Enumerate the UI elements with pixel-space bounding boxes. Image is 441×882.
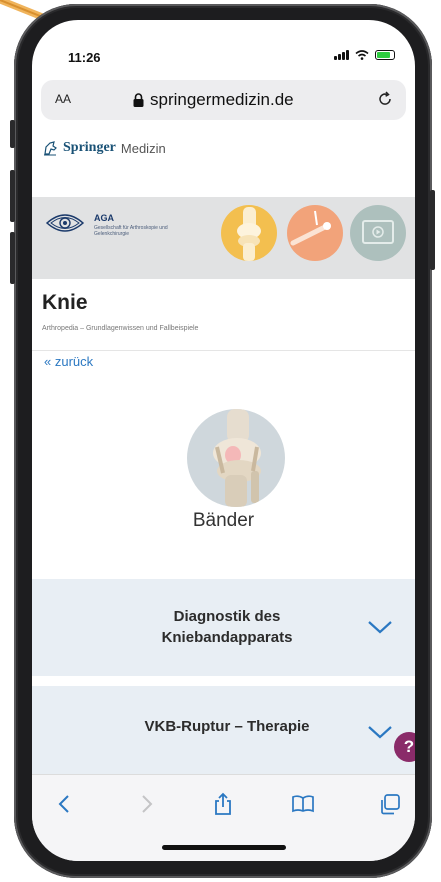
chevron-down-icon[interactable] [367, 724, 393, 740]
phone-volume-up [10, 170, 15, 222]
battery-icon [375, 50, 395, 60]
back-link[interactable]: « zurück [44, 354, 93, 369]
video-screen-icon [350, 205, 406, 261]
status-time: 11:26 [68, 50, 101, 65]
tabs-icon [381, 794, 400, 815]
tabs-button[interactable] [377, 791, 403, 817]
chevron-left-icon [58, 795, 69, 813]
signal-icon [334, 50, 349, 60]
bookmarks-button[interactable] [290, 791, 316, 817]
wifi-icon [355, 50, 369, 60]
aga-eye-logo-icon [46, 214, 84, 232]
forward-button[interactable] [134, 791, 160, 817]
chevron-right-icon [142, 795, 153, 813]
aga-title: AGA [94, 213, 114, 223]
stage: 11:26 AA springermedizin.de Springer Med… [0, 0, 441, 882]
arthroscopy-icon [287, 205, 343, 261]
status-icons [334, 50, 395, 60]
home-indicator[interactable] [162, 845, 286, 850]
aga-banner: AGA Gesellschaft für Arthroskopie und Ge… [32, 197, 415, 279]
accordion-vkb-ruptur[interactable]: VKB-Ruptur – Therapie [32, 686, 415, 774]
accordion-label: Diagnostik des Kniebandapparats [161, 608, 293, 646]
accordion-label: VKB-Ruptur – Therapie [144, 718, 310, 735]
book-icon [292, 795, 314, 813]
aga-subtitle: Gesellschaft für Arthroskopie und Gelenk… [94, 225, 168, 237]
accordion-diagnostik[interactable]: Diagnostik des Kniebandapparats [32, 579, 415, 676]
address-bar[interactable]: AA springermedizin.de [41, 80, 406, 120]
lock-icon [133, 93, 144, 107]
phone-power-button [430, 190, 435, 270]
springer-brand: Springer [63, 140, 116, 155]
phone-screen: 11:26 AA springermedizin.de Springer Med… [32, 20, 415, 861]
knee-joint-icon [221, 205, 277, 261]
topic-label: Bänder [192, 510, 255, 531]
phone-volume-down [10, 232, 15, 284]
share-icon [215, 792, 231, 815]
springer-sub: Medizin [120, 140, 166, 156]
chevron-down-icon[interactable] [367, 619, 393, 635]
knee-ligaments-image [187, 409, 285, 507]
page-subtitle: Arthropedia – Grundlagenwissen und Fallb… [42, 325, 199, 332]
back-button[interactable] [51, 791, 77, 817]
site-header: Springer Medizin [32, 130, 415, 200]
springer-logo[interactable]: Springer Medizin [42, 140, 166, 156]
url-text: springermedizin.de [150, 90, 294, 109]
phone-mute-switch [10, 120, 15, 148]
url-display[interactable]: springermedizin.de [133, 90, 294, 110]
text-size-button[interactable]: AA [55, 92, 71, 106]
divider [32, 350, 415, 351]
springer-horse-icon [44, 141, 57, 156]
reload-icon[interactable] [376, 90, 394, 108]
share-button[interactable] [210, 791, 236, 817]
browser-toolbar [32, 774, 415, 861]
page-title: Knie [42, 291, 88, 314]
status-bar: 11:26 [32, 20, 415, 68]
